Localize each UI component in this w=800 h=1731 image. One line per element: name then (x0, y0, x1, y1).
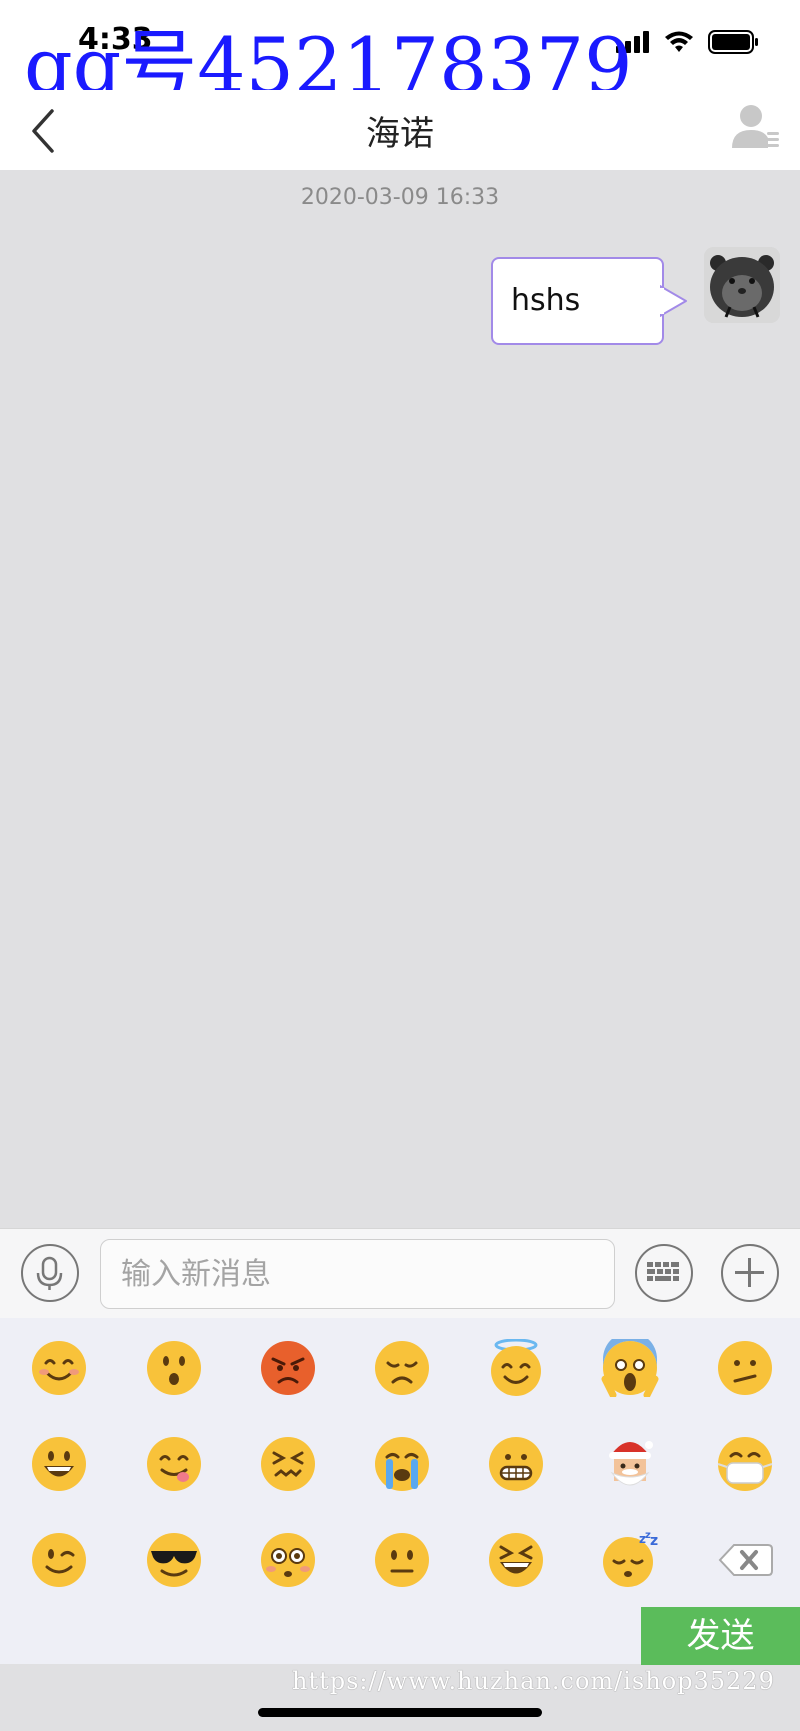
surprised-face-emoji[interactable] (145, 1339, 203, 1397)
voice-button[interactable] (21, 1244, 79, 1302)
battery-icon (708, 30, 758, 54)
more-button[interactable] (721, 1244, 779, 1302)
hamster-avatar[interactable] (704, 247, 780, 323)
sleeping-face-emoji[interactable]: zzz (601, 1531, 659, 1589)
input-bar (0, 1228, 800, 1318)
url-watermark: https://www.huzhan.com/ishop35229 (292, 1667, 775, 1695)
hamster-avatar-image (704, 247, 780, 323)
sunglasses-face-emoji[interactable] (145, 1531, 203, 1589)
keyboard-button[interactable] (635, 1244, 693, 1302)
plus-icon (735, 1258, 764, 1287)
santa-face-emoji[interactable] (601, 1435, 659, 1493)
disappointed-face-emoji[interactable] (373, 1339, 431, 1397)
mask-face-emoji[interactable] (716, 1435, 774, 1493)
message-timestamp: 2020-03-09 16:33 (300, 185, 500, 210)
grimacing-face-emoji[interactable] (487, 1435, 545, 1493)
confounded-face-emoji[interactable] (259, 1435, 317, 1493)
angel-face-emoji[interactable] (487, 1339, 545, 1397)
send-button[interactable]: 发送 (641, 1607, 800, 1665)
profile-button[interactable] (732, 102, 780, 154)
smiling-face-emoji[interactable] (30, 1339, 88, 1397)
user-profile-icon (732, 105, 779, 148)
svg-text:z: z (650, 1533, 658, 1549)
keyboard-icon (647, 1262, 679, 1281)
angry-face-emoji[interactable] (259, 1339, 317, 1397)
laughing-face-emoji[interactable] (487, 1531, 545, 1589)
home-indicator[interactable] (258, 1708, 542, 1717)
winking-face-emoji[interactable] (30, 1531, 88, 1589)
confused-face-emoji[interactable] (716, 1339, 774, 1397)
crying-face-emoji[interactable] (373, 1435, 431, 1493)
message-input[interactable] (100, 1239, 615, 1309)
yum-face-emoji[interactable] (145, 1435, 203, 1493)
delete-key-icon[interactable] (716, 1531, 774, 1589)
bottom-area: https://www.huzhan.com/ishop35229 (0, 1665, 800, 1731)
message-text: hshs (511, 283, 581, 318)
microphone-icon (36, 1256, 63, 1290)
chat-title: 海诺 (366, 114, 434, 154)
bubble-tail (660, 285, 687, 317)
screaming-face-emoji[interactable] (601, 1339, 659, 1397)
flushed-face-emoji[interactable] (259, 1531, 317, 1589)
grinning-face-emoji[interactable] (30, 1435, 88, 1493)
nav-bar: 海诺 (0, 90, 800, 170)
chat-area[interactable]: 2020-03-09 16:33 hshs (0, 170, 800, 1228)
wifi-icon (665, 31, 693, 52)
message-bubble[interactable]: hshs (491, 257, 664, 345)
neutral-face-emoji[interactable] (373, 1531, 431, 1589)
status-icons (616, 30, 760, 54)
